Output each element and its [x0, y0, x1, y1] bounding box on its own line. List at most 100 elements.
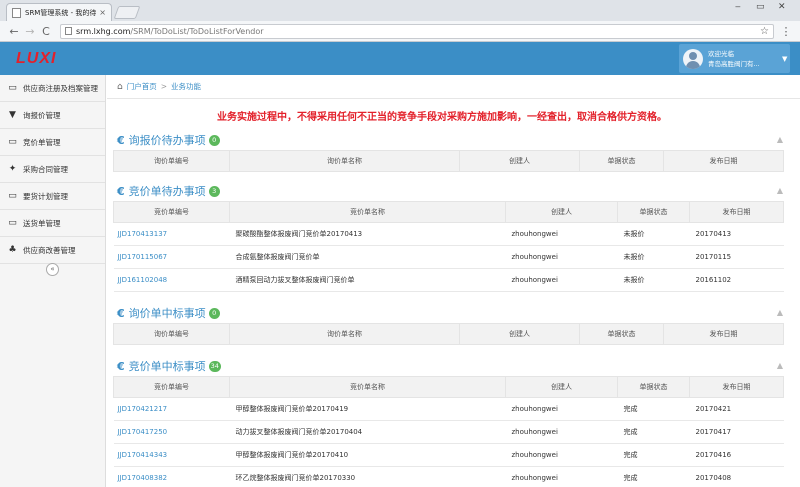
- count-badge: 3: [208, 185, 220, 197]
- creator: zhouhongwei: [505, 420, 618, 444]
- column-header[interactable]: 竞价单名称: [229, 201, 506, 223]
- bid-win-table: 竞价单编号 竞价单名称 创建人 单据状态 发布日期 JJD170421217 甲…: [113, 376, 784, 487]
- bid-code-link[interactable]: JJD170414343: [113, 443, 230, 467]
- euro-icon: €: [117, 184, 125, 198]
- table-row[interactable]: JJD161102048 酒精泵回动力拔叉整体报废阀门竞价单 zhouhongw…: [113, 268, 784, 292]
- bid-code-link[interactable]: JJD170115067: [113, 245, 230, 269]
- sidebar-item-vendor-registration[interactable]: ▭ 供应商注册及档案管理: [0, 75, 105, 102]
- table-row[interactable]: JJD170421217 甲醇整体报废阀门竞价单20170419 zhouhon…: [113, 397, 784, 421]
- count-badge: 0: [208, 307, 220, 319]
- page-info-icon[interactable]: [65, 27, 72, 35]
- sidebar-item-bidding[interactable]: ▭ 竞价单管理: [0, 129, 105, 156]
- column-header[interactable]: 创建人: [459, 150, 580, 172]
- bid-name: 合成氨整体报废阀门竞价单: [229, 245, 506, 269]
- status: 未报价: [617, 268, 690, 292]
- back-arrow-icon[interactable]: ←: [6, 25, 22, 38]
- reload-icon[interactable]: C: [38, 25, 54, 38]
- sidebar-item-improvement[interactable]: ♣ 供应商改善管理: [0, 237, 105, 264]
- inquiry-todo-table: 询价单编号 询价单名称 创建人 单据状态 发布日期: [113, 150, 784, 172]
- sidebar-item-label: 询报价管理: [23, 110, 61, 120]
- browser-tab[interactable]: SRM管理系统 - 我的待办 ×: [6, 3, 112, 21]
- bid-code-link[interactable]: JJD170421217: [113, 397, 230, 421]
- monitor-icon: ▭: [8, 218, 17, 228]
- creator: zhouhongwei: [505, 268, 618, 292]
- column-header[interactable]: 竞价单编号: [113, 201, 230, 223]
- inquiry-todo-section: € 询报价待办事项 0 ▲ 询价单编号 询价单名称 创建人 单据状态 发布日期: [113, 130, 784, 172]
- table-row[interactable]: JJD170417250 动力拔叉整体报废阀门竞价单20170404 zhouh…: [113, 420, 784, 444]
- collapse-caret-icon[interactable]: ▲: [777, 308, 783, 317]
- minimize-icon[interactable]: ‒: [735, 2, 741, 12]
- column-header[interactable]: 询价单编号: [113, 323, 230, 345]
- notice-banner: 业务实施过程中，不得采用任何不正当的竞争手段对采购方施加影响，一经查出，取消合格…: [217, 112, 667, 123]
- maximize-icon[interactable]: ▭: [756, 2, 765, 12]
- column-header[interactable]: 询价单编号: [113, 150, 230, 172]
- bid-code-link[interactable]: JJD170408382: [113, 466, 230, 487]
- new-tab-button[interactable]: [113, 6, 141, 19]
- column-header[interactable]: 创建人: [505, 376, 618, 398]
- close-icon[interactable]: ×: [99, 8, 106, 17]
- sidebar-item-label: 供应商注册及档案管理: [23, 83, 98, 93]
- breadcrumb-home-link[interactable]: 门户首页: [127, 81, 157, 92]
- column-header[interactable]: 竞价单编号: [113, 376, 230, 398]
- caret-down-icon[interactable]: ▼: [782, 55, 787, 63]
- column-header[interactable]: 单据状态: [617, 201, 690, 223]
- breadcrumb-separator: >: [160, 82, 168, 91]
- collapse-caret-icon[interactable]: ▲: [777, 135, 783, 144]
- page-icon: [12, 7, 21, 18]
- user-menu[interactable]: 欢迎光临 青岛高胜阀门有... ▼: [679, 44, 790, 73]
- sidebar-item-contracts[interactable]: ✦ 采购合同管理: [0, 156, 105, 183]
- creator: zhouhongwei: [505, 397, 618, 421]
- column-header[interactable]: 询价单名称: [229, 150, 460, 172]
- column-header[interactable]: 询价单名称: [229, 323, 460, 345]
- sidebar-item-delivery[interactable]: ▭ 送货单管理: [0, 210, 105, 237]
- browser-menu-icon[interactable]: ⋮: [778, 25, 794, 38]
- bid-name: 动力拔叉整体报废阀门竞价单20170404: [229, 420, 506, 444]
- bookmark-star-icon[interactable]: ☆: [760, 26, 769, 37]
- sidebar-item-demand-plan[interactable]: ▭ 要货计划管理: [0, 183, 105, 210]
- forward-arrow-icon[interactable]: →: [22, 25, 38, 38]
- sidebar-item-inquiry[interactable]: ▼ 询报价管理: [0, 102, 105, 129]
- creator: zhouhongwei: [505, 443, 618, 467]
- column-header[interactable]: 竞价单名称: [229, 376, 506, 398]
- bid-name: 甲醇整体报废阀门竞价单20170419: [229, 397, 506, 421]
- table-row[interactable]: JJD170115067 合成氨整体报废阀门竞价单 zhouhongwei 未报…: [113, 245, 784, 269]
- hammer-icon: ✦: [8, 164, 17, 174]
- column-header[interactable]: 发布日期: [689, 201, 784, 223]
- bid-todo-section: € 竞价单待办事项 3 ▲ 竞价单编号 竞价单名称 创建人 单据状态 发布日期 …: [113, 181, 784, 292]
- euro-icon: €: [117, 133, 125, 147]
- column-header[interactable]: 创建人: [505, 201, 618, 223]
- column-header[interactable]: 发布日期: [689, 376, 784, 398]
- column-header[interactable]: 发布日期: [663, 323, 784, 345]
- section-title: 询价单中标事项: [128, 307, 206, 320]
- publish-date: 20170421: [689, 397, 784, 421]
- column-header[interactable]: 单据状态: [617, 376, 690, 398]
- bid-code-link[interactable]: JJD161102048: [113, 268, 230, 292]
- column-header[interactable]: 单据状态: [579, 323, 664, 345]
- bid-code-link[interactable]: JJD170413137: [113, 222, 230, 246]
- table-row[interactable]: JJD170414343 甲醇整体报废阀门竞价单20170410 zhouhon…: [113, 443, 784, 467]
- sidebar: ▭ 供应商注册及档案管理 ▼ 询报价管理 ▭ 竞价单管理 ✦ 采购合同管理 ▭ …: [0, 75, 106, 487]
- column-header[interactable]: 创建人: [459, 323, 580, 345]
- table-row[interactable]: JJD170413137 聚碳酸酯整体报废阀门竞价单20170413 zhouh…: [113, 222, 784, 246]
- close-window-icon[interactable]: ✕: [778, 2, 786, 12]
- sidebar-item-label: 送货单管理: [23, 218, 61, 228]
- publish-date: 20170417: [689, 420, 784, 444]
- monitor-icon: ▭: [8, 137, 17, 147]
- table-row[interactable]: JJD170408382 环乙烷整体报废阀门竞价单20170330 zhouho…: [113, 466, 784, 487]
- sidebar-collapse-icon[interactable]: «: [46, 263, 59, 276]
- column-header[interactable]: 单据状态: [579, 150, 664, 172]
- collapse-caret-icon[interactable]: ▲: [777, 361, 783, 370]
- url-path: /SRM/ToDoList/ToDoListForVendor: [130, 26, 264, 36]
- publish-date: 20170416: [689, 443, 784, 467]
- bid-todo-table: 竞价单编号 竞价单名称 创建人 单据状态 发布日期 JJD170413137 聚…: [113, 201, 784, 292]
- publish-date: 20170408: [689, 466, 784, 487]
- funnel-icon: ▼: [9, 110, 16, 120]
- url-input[interactable]: srm.lxhg.com /SRM/ToDoList/ToDoListForVe…: [60, 23, 774, 39]
- creator: zhouhongwei: [505, 466, 618, 487]
- column-header[interactable]: 发布日期: [663, 150, 784, 172]
- breadcrumb-current[interactable]: 业务功能: [171, 81, 201, 92]
- collapse-caret-icon[interactable]: ▲: [777, 186, 783, 195]
- main-content: ⌂ 门户首页 > 业务功能 业务实施过程中，不得采用任何不正当的竞争手段对采购方…: [107, 75, 800, 487]
- bid-code-link[interactable]: JJD170417250: [113, 420, 230, 444]
- status: 完成: [617, 397, 690, 421]
